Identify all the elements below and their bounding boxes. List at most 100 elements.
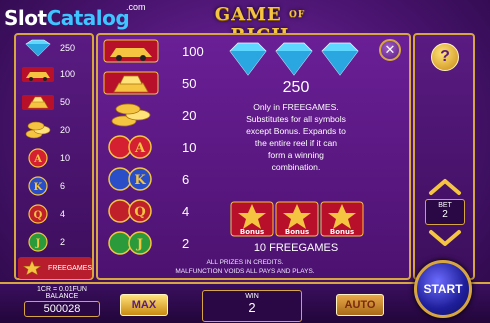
logo-suffix: .com [126, 2, 146, 12]
wild-desc-line: form a winning [268, 150, 324, 160]
wild-desc-line: combination. [271, 162, 321, 172]
coins-stack-icon [25, 121, 51, 139]
svg-text:Q: Q [134, 205, 145, 220]
mini-row: J 2 [20, 231, 65, 253]
coin-rate: 1CR = 0.01FUN [37, 286, 87, 293]
ace-icon: A [28, 148, 48, 168]
close-button[interactable]: ✕ [379, 39, 401, 61]
gold-bars-icon [103, 71, 159, 95]
mini-value: 4 [60, 209, 66, 219]
paytable-value: 10 [182, 139, 197, 155]
mini-value: 250 [60, 43, 76, 53]
bonus-star-icon [22, 260, 42, 276]
info-line: ALL PRIZES IN CREDITS. [206, 259, 284, 266]
mini-row: 20 [20, 119, 70, 141]
paytable-row: K 6 [102, 165, 189, 193]
balance-value: 500028 [24, 301, 100, 317]
bet-label: BET [438, 202, 452, 209]
queen-icon: Q [28, 204, 48, 224]
balance-area: 1CR = 0.01FUN BALANCE 500028 [24, 286, 100, 317]
bet-increase-button[interactable] [425, 177, 465, 197]
win-display: WIN 2 [202, 290, 302, 322]
close-icon: ✕ [384, 42, 396, 57]
paytable-row: A 10 [102, 133, 196, 161]
paytable-row: J 2 [102, 229, 189, 257]
paytable-value: 50 [182, 75, 197, 91]
diamond-icon [229, 42, 359, 76]
queen-icon: Q [108, 199, 152, 223]
svg-text:A: A [134, 141, 146, 156]
car-icon [103, 39, 159, 63]
diamond-icon [25, 39, 51, 57]
wild-payout: 250 [282, 79, 310, 96]
site-logo: SlotCatalog .com [4, 2, 154, 36]
win-value: 2 [248, 300, 256, 315]
mini-row: 250 [20, 37, 75, 59]
wild-desc-line: Substitutes for all symbols [246, 114, 346, 124]
wild-description: Only in FREEGAMES. Substitutes for all s… [226, 101, 366, 173]
bonus-freegames: 10 FREEGAMES [253, 242, 339, 254]
info-line: MALFUNCTION VOIDS ALL PAYS AND PLAYS. [175, 268, 315, 275]
paytable-value: 100 [182, 43, 204, 59]
car-icon [22, 67, 54, 82]
bet-value: 2 [442, 209, 448, 220]
bonus-label: Bonus [285, 228, 309, 236]
bonus-star-icon: Bonus Bonus Bonus [230, 201, 364, 237]
auto-play-button[interactable]: AUTO [336, 294, 384, 316]
max-bet-button[interactable]: MAX [120, 294, 168, 316]
mini-row: K 6 [20, 175, 65, 197]
logo-text-slot: Slot [4, 6, 47, 30]
jack-icon: J [28, 232, 48, 252]
logo-text-catalog: Catalog [46, 6, 130, 30]
right-control-panel: ? BET 2 [413, 33, 475, 280]
ace-icon: A [108, 135, 152, 159]
wild-desc-line: the entire reel if it can [254, 138, 338, 148]
mini-value: 2 [60, 237, 66, 247]
balance-label: BALANCE [45, 293, 79, 300]
win-label: WIN [245, 293, 259, 300]
paytable-value: 4 [182, 203, 190, 219]
help-button[interactable]: ? [431, 43, 459, 71]
svg-text:A: A [33, 154, 42, 165]
mini-value: 100 [60, 69, 76, 79]
svg-text:J: J [136, 237, 143, 252]
mini-value: 10 [60, 153, 71, 163]
paytable-value: 20 [182, 107, 197, 123]
king-icon: K [28, 176, 48, 196]
bonus-label: Bonus [330, 228, 354, 236]
svg-text:J: J [35, 238, 41, 249]
gold-bars-icon [22, 95, 54, 110]
mini-freegames-row: FREEGAMES [18, 257, 92, 279]
wild-desc-line: Only in FREEGAMES. [253, 102, 339, 112]
paytable-panel: 100 50 20 A 10 K 6 Q 4 J 2 250 Only in F… [96, 33, 411, 280]
game-title-left: GAME [214, 4, 282, 25]
start-button[interactable]: START [414, 260, 472, 318]
bet-display: BET 2 [425, 199, 465, 225]
mini-row: A 10 [20, 147, 70, 169]
coins-stack-icon [111, 103, 151, 127]
king-icon: K [108, 167, 152, 191]
paytable-row: Q 4 [102, 197, 189, 225]
mini-row: Q 4 [20, 203, 65, 225]
jack-icon: J [108, 231, 152, 255]
mini-freegames-label: FREEGAMES [48, 264, 92, 272]
mini-value: 50 [60, 97, 71, 107]
mini-value: 6 [60, 181, 66, 191]
bet-decrease-button[interactable] [425, 228, 465, 248]
paytable-value: 6 [182, 171, 190, 187]
paytable-row: 100 [102, 37, 204, 65]
game-title-of: OF [289, 10, 306, 20]
svg-text:Q: Q [34, 210, 43, 221]
paytable-row: 50 [102, 69, 196, 97]
paytable-row: 20 [102, 101, 196, 129]
bonus-label: Bonus [240, 228, 264, 236]
paytable-value: 2 [182, 235, 190, 251]
wild-desc-line: except Bonus. Expands to [246, 126, 346, 136]
mini-row: 100 [20, 63, 75, 85]
mini-row: 50 [20, 91, 70, 113]
svg-text:K: K [34, 182, 43, 193]
legal-info: ALL PRIZES IN CREDITS. MALFUNCTION VOIDS… [150, 258, 340, 276]
svg-text:K: K [134, 173, 146, 188]
mini-value: 20 [60, 125, 71, 135]
mini-paytable: 250 100 50 20 A 10 K 6 Q 4 J 2 FREEGAMES [14, 33, 94, 280]
